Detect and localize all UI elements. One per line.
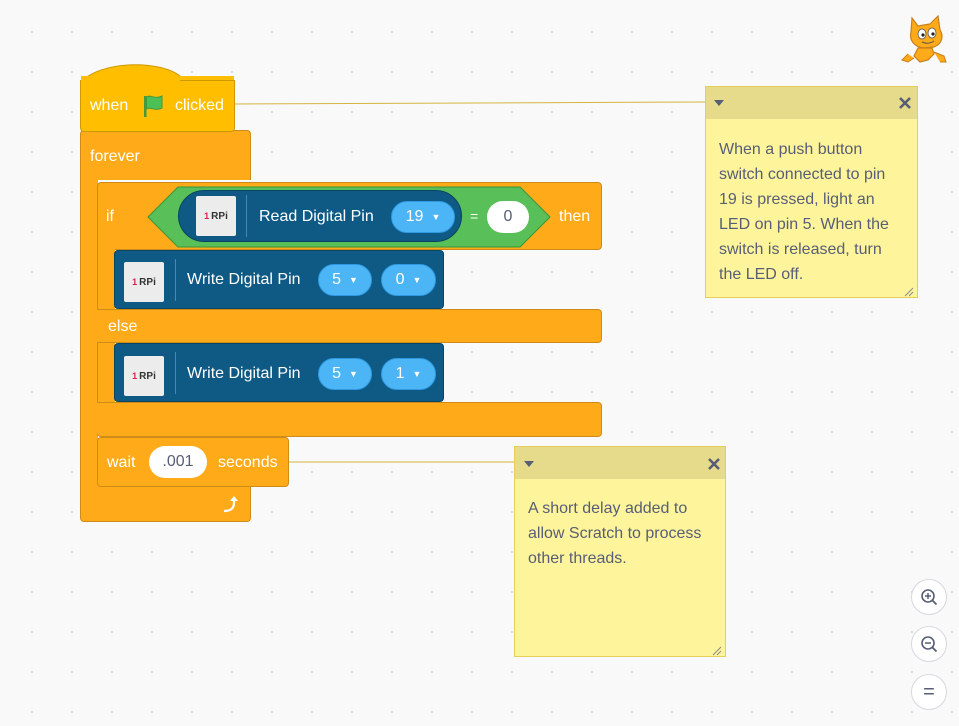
hat-cap (80, 64, 235, 84)
collapse-icon[interactable] (524, 461, 534, 467)
resize-handle[interactable] (712, 643, 722, 656)
green-flag-icon (140, 93, 166, 119)
dropdown-arrow-icon: ▼ (348, 369, 358, 379)
comment-note[interactable]: A short delay added to allow Scratch to … (514, 446, 726, 657)
zoom-reset-button[interactable]: = (911, 674, 947, 710)
write-pin-dropdown[interactable]: 5 ▼ (318, 358, 372, 390)
comment-text[interactable]: When a push button switch connected to p… (719, 137, 905, 287)
forever-left-arm (80, 175, 98, 491)
separator (246, 195, 247, 237)
forever-label: forever (90, 148, 140, 165)
comment-note[interactable]: When a push button switch connected to p… (705, 86, 918, 298)
dropdown-arrow-icon: ▼ (431, 212, 441, 222)
rpi-icon: 1 RPi (196, 196, 236, 236)
if-label: if (106, 208, 114, 225)
zoom-in-button[interactable] (911, 579, 947, 615)
read-pin-dropdown[interactable]: 19 ▼ (391, 201, 455, 233)
dropdown-arrow-icon: ▼ (348, 275, 358, 285)
if-else-bottom (97, 402, 602, 437)
close-icon[interactable] (898, 96, 912, 110)
zoom-out-button[interactable] (911, 626, 947, 662)
rpi-icon: 1 RPi (124, 356, 164, 396)
else-label: else (108, 318, 138, 335)
zoom-out-icon (921, 636, 938, 653)
close-icon[interactable] (707, 457, 721, 471)
separator (175, 259, 176, 301)
dropdown-arrow-icon: ▼ (412, 369, 422, 379)
compare-value-input[interactable]: 0 (487, 201, 529, 233)
scratch-cat-icon (900, 10, 950, 66)
zoom-reset-label: = (923, 680, 935, 703)
write-value-dropdown[interactable]: 1 ▼ (381, 358, 436, 390)
rpi-icon: 1 RPi (124, 262, 164, 302)
loop-arrow-icon (220, 495, 242, 515)
write-pin-label: Write Digital Pin (187, 365, 301, 382)
zoom-in-icon (921, 589, 938, 606)
write-pin-dropdown[interactable]: 5 ▼ (318, 264, 372, 296)
then-label: then (559, 208, 591, 225)
write-value-dropdown[interactable]: 0 ▼ (381, 264, 436, 296)
comment-header[interactable] (706, 87, 917, 119)
read-pin-label: Read Digital Pin (259, 208, 374, 225)
clicked-label: clicked (175, 97, 224, 114)
wait-seconds-input[interactable]: .001 (149, 446, 207, 478)
equals-sign: = (470, 208, 479, 224)
collapse-icon[interactable] (714, 100, 724, 106)
write-pin-label: Write Digital Pin (187, 271, 301, 288)
resize-handle[interactable] (904, 284, 914, 297)
dropdown-arrow-icon: ▼ (412, 275, 422, 285)
comment-header[interactable] (515, 447, 725, 479)
seconds-label: seconds (218, 454, 278, 471)
when-label: when (90, 97, 129, 114)
else-bar (97, 309, 602, 343)
comment-text[interactable]: A short delay added to allow Scratch to … (528, 496, 713, 571)
separator (175, 352, 176, 394)
wait-label: wait (107, 454, 136, 471)
